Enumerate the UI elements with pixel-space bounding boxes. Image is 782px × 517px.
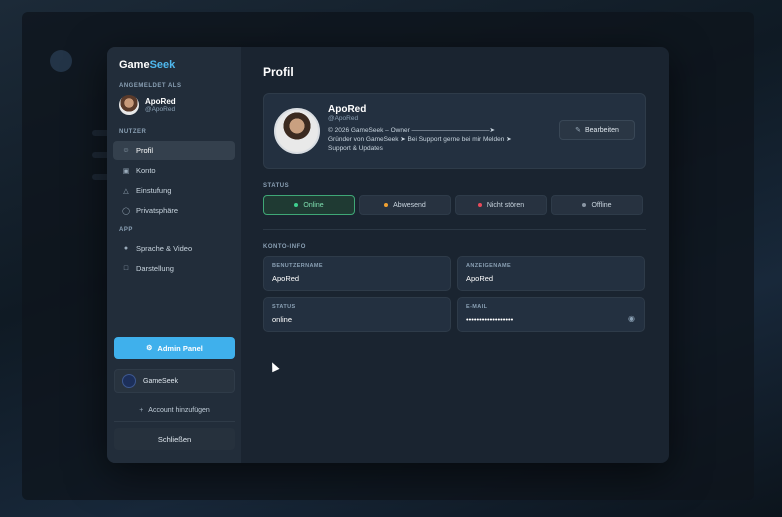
pencil-icon: ✎ [575,127,581,134]
current-user: ApoRed @ApoRed [113,95,235,115]
admin-panel-button[interactable]: ⚙ Admin Panel [114,337,235,359]
sidebar-item-darstellung[interactable]: □ Darstellung [113,259,235,278]
email-field: E-MAIL •••••••••••••••••• ◉ [457,297,645,332]
status-online-button[interactable]: Online [263,195,355,215]
status-dot-icon [384,203,389,207]
close-button[interactable]: Schließen [114,428,235,450]
settings-sidebar: GameSeek ANGEMELDET ALS ApoRed @ApoRed N… [107,47,241,463]
settings-modal: GameSeek ANGEMELDET ALS ApoRed @ApoRed N… [107,47,669,463]
status-away-button[interactable]: Abwesend [359,195,451,215]
user-handle: @ApoRed [145,106,176,113]
eye-icon[interactable]: ◉ [628,314,635,323]
profile-card: ApoRed @ApoRed © 2026 GameSeek – Owner ―… [263,93,646,169]
display-icon: □ [123,265,129,272]
user-icon: ☺ [122,147,130,154]
warning-icon: △ [123,187,129,195]
shield-icon: ◯ [122,207,130,215]
profile-bio-line: Support & Updates [328,145,383,152]
edit-profile-button[interactable]: ✎ Bearbeiten [559,120,635,140]
status-dot-icon [477,203,482,207]
sidebar-item-profil[interactable]: ☺ Profil [113,141,235,160]
section-app-label: APP [119,227,133,233]
displayname-field: ANZEIGENAME ApoRed [457,256,645,291]
status-dot-icon [582,203,587,207]
account-logo [122,374,136,388]
page-title: Profil [263,65,294,79]
status-offline-button[interactable]: Offline [551,195,643,215]
avatar [274,108,320,154]
microphone-icon: ● [123,245,129,252]
username-field: BENUTZERNAME ApoRed [263,256,451,291]
avatar [119,95,139,115]
sidebar-item-einstufung[interactable]: △ Einstufung [113,181,235,200]
background-app-logo [50,50,72,72]
account-info-label: KONTO-INFO [263,244,306,250]
sidebar-item-konto[interactable]: ▣ Konto [113,161,235,180]
section-user-label: NUTZER [119,129,147,135]
status-dot-icon [294,203,299,207]
brand-logo: GameSeek [119,59,176,71]
add-account-button[interactable]: + Account hinzufügen [114,400,235,422]
status-dnd-button[interactable]: Nicht stören [455,195,547,215]
divider [263,229,646,230]
user-name: ApoRed [145,97,176,106]
sidebar-item-privatsphaere[interactable]: ◯ Privatsphäre [113,201,235,220]
profile-name: ApoRed [328,104,367,115]
status-section-label: STATUS [263,183,290,189]
settings-main: Profil ApoRed @ApoRed © 2026 GameSeek – … [241,47,669,463]
status-field: STATUS online [263,297,451,332]
lock-icon: ▣ [122,167,130,175]
logged-in-label: ANGEMELDET ALS [119,83,182,89]
plus-icon: + [139,407,144,414]
sidebar-item-sprache-video[interactable]: ● Sprache & Video [113,239,235,258]
shield-icon: ⚙ [146,345,153,352]
account-info-grid: BENUTZERNAME ApoRed ANZEIGENAME ApoRed S… [263,256,646,332]
account-switch-item[interactable]: GameSeek [114,369,235,393]
status-selector: Online Abwesend Nicht stören Offline [263,195,646,215]
